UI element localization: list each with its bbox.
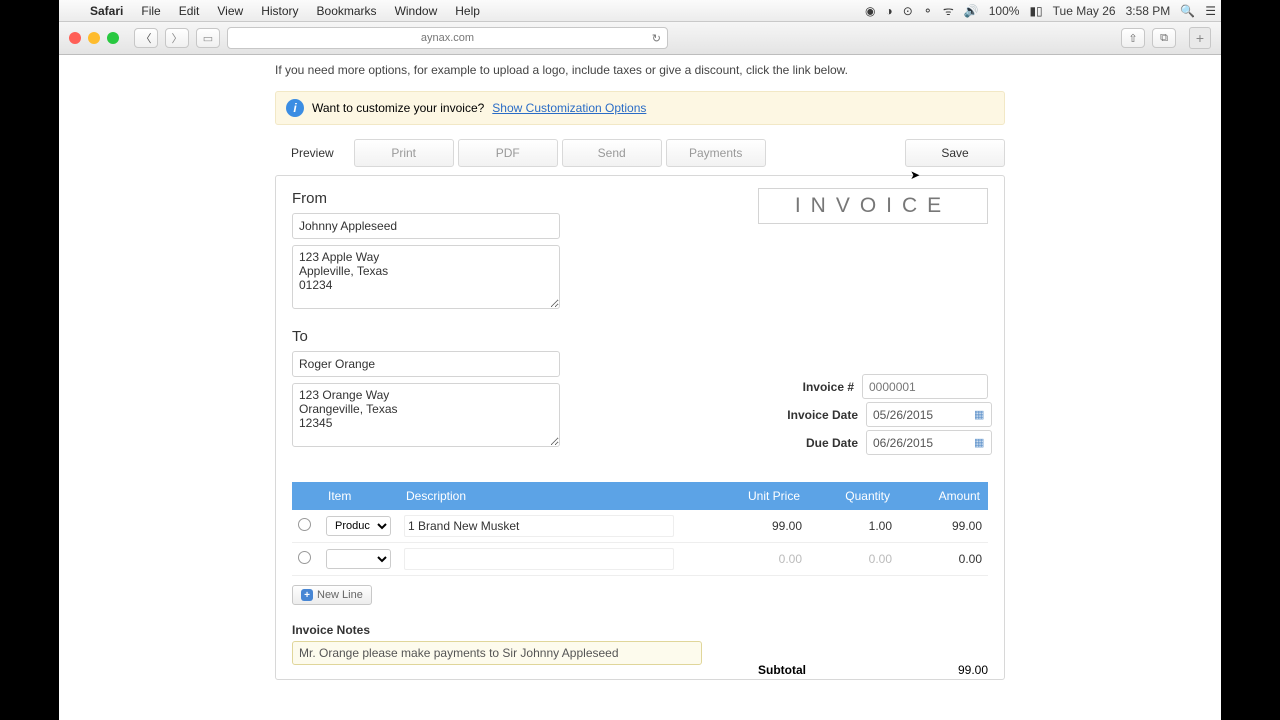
payments-button[interactable]: Payments [666,139,766,167]
col-desc: Description [398,482,718,510]
action-tabs: Preview Print PDF Send Payments Save [275,139,1005,167]
window-controls [69,32,119,44]
item-type-select[interactable] [326,549,391,569]
calendar-icon[interactable]: ▦ [974,408,988,422]
notes-input[interactable] [292,641,702,665]
info-icon: i [286,99,304,117]
customize-banner: i Want to customize your invoice? Show C… [275,91,1005,125]
quantity[interactable]: 0.00 [808,543,898,576]
subtotal-label: Subtotal [758,663,958,677]
item-desc-input[interactable] [404,548,674,570]
subtotal-row: Subtotal 99.00 [758,663,988,677]
due-date-label: Due Date [743,436,866,450]
to-label: To [292,328,560,345]
unit-price[interactable]: 0.00 [718,543,808,576]
menubar: Safari File Edit View History Bookmarks … [59,0,1221,22]
minimize-window-button[interactable] [88,32,100,44]
menu-edit[interactable]: Edit [170,4,209,18]
time: 3:58 PM [1121,4,1176,18]
from-label: From [292,190,560,207]
notes-label: Invoice Notes [292,623,988,637]
quantity[interactable]: 1.00 [808,510,898,543]
line-items-table: Item Description Unit Price Quantity Amo… [292,482,988,576]
status-icon: ◑ [880,4,897,18]
invoice-num-label: Invoice # [743,380,862,394]
preview-button[interactable]: Preview [275,139,350,167]
menu-extra-icon[interactable]: ☰ [1200,4,1221,18]
invoice-meta: Invoice # Invoice Date ▦ Due Date ▦ [743,374,988,458]
plus-icon: + [301,589,313,601]
menu-view[interactable]: View [208,4,252,18]
table-row: 0.00 0.00 0.00 [292,543,988,576]
back-button[interactable]: 〈 [134,28,158,48]
send-button[interactable]: Send [562,139,662,167]
col-unit: Unit Price [718,482,808,510]
row-radio[interactable] [298,518,311,531]
app-name[interactable]: Safari [81,4,132,18]
from-address-input[interactable]: 123 Apple Way Appleville, Texas 01234 [292,245,560,309]
from-name-input[interactable] [292,213,560,239]
reload-icon[interactable]: ↻ [652,32,661,45]
customize-link[interactable]: Show Customization Options [492,101,646,115]
zoom-window-button[interactable] [107,32,119,44]
status-icon: ⊙ [898,4,918,18]
spotlight-icon[interactable]: 🔍 [1175,4,1200,18]
customize-prompt: Want to customize your invoice? [312,101,484,115]
battery-icon: ▮▯ [1024,4,1047,18]
item-type-select[interactable]: Product [326,516,391,536]
invoice-date-label: Invoice Date [743,408,866,422]
col-item: Item [320,482,398,510]
item-desc-input[interactable]: 1 Brand New Musket [404,515,674,537]
col-qty: Quantity [808,482,898,510]
battery-pct: 100% [984,4,1025,18]
row-radio[interactable] [298,551,311,564]
to-name-input[interactable] [292,351,560,377]
page-content: If you need more options, for example to… [59,55,1221,720]
col-amount: Amount [898,482,988,510]
menu-bookmarks[interactable]: Bookmarks [308,4,386,18]
subtotal-value: 99.00 [958,663,988,677]
volume-icon[interactable]: 🔊 [959,4,984,18]
status-icon: ◉ [860,4,880,18]
date: Tue May 26 [1048,4,1121,18]
invoice-num-input[interactable] [862,374,988,399]
share-button[interactable]: ⇧ [1121,28,1145,48]
invoice-panel: INVOICE From 123 Apple Way Appleville, T… [275,175,1005,680]
amount: 99.00 [898,510,988,543]
calendar-icon[interactable]: ▦ [974,436,988,450]
new-line-label: New Line [317,589,363,601]
to-address-input[interactable]: 123 Orange Way Orangeville, Texas 12345 [292,383,560,447]
menu-history[interactable]: History [252,4,307,18]
wifi-icon[interactable]: ⚬ [918,4,938,18]
close-window-button[interactable] [69,32,81,44]
pdf-button[interactable]: PDF [458,139,558,167]
tabs-button[interactable]: ⧉ [1152,28,1176,48]
table-row: Product 1 Brand New Musket 99.00 1.00 99… [292,510,988,543]
forward-button[interactable]: 〉 [165,28,189,48]
new-line-button[interactable]: + New Line [292,585,372,605]
url-text: aynax.com [421,32,474,44]
unit-price[interactable]: 99.00 [718,510,808,543]
invoice-title: INVOICE [758,188,988,224]
sidebar-button[interactable]: ▭ [196,28,220,48]
amount: 0.00 [898,543,988,576]
save-button[interactable]: Save [905,139,1005,167]
new-tab-button[interactable]: + [1189,27,1211,49]
menu-file[interactable]: File [132,4,169,18]
menu-window[interactable]: Window [386,4,447,18]
url-bar[interactable]: aynax.com ↻ [227,27,668,49]
print-button[interactable]: Print [354,139,454,167]
help-text: If you need more options, for example to… [275,63,1005,77]
browser-toolbar: 〈 〉 ▭ aynax.com ↻ ⇧ ⧉ + [59,22,1221,55]
wifi-icon[interactable]: ᯤ [938,2,959,19]
menu-help[interactable]: Help [446,4,489,18]
